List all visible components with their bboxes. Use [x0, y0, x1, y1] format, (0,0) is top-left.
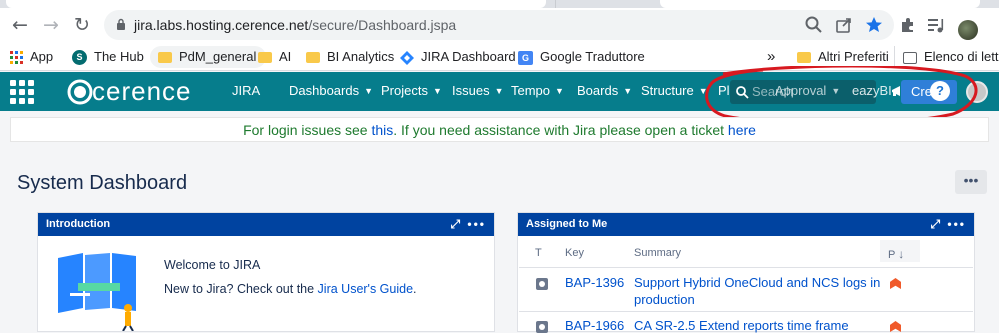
folder-icon	[797, 52, 811, 64]
guide-text: New to Jira? Check out the Jira User's G…	[164, 282, 417, 296]
jira-icon	[400, 50, 414, 65]
bookmark-label: The Hub	[94, 49, 144, 64]
folder-icon	[158, 52, 172, 64]
column-header-summary[interactable]: Summary	[634, 247, 681, 259]
bookmark-google-traduttore[interactable]: G Google Traduttore	[518, 46, 645, 68]
sort-arrow-down-icon: ↓	[898, 247, 905, 261]
bookmark-bi-analytics[interactable]: BI Analytics	[306, 46, 394, 68]
app-switcher-icon[interactable]	[10, 80, 34, 104]
bookmark-label: BI Analytics	[327, 49, 395, 64]
bookmark-the-hub[interactable]: S The Hub	[72, 46, 144, 68]
gadget-menu-icon[interactable]: •••	[467, 217, 486, 231]
expand-icon[interactable]: ⤢	[450, 217, 462, 231]
nav-issues[interactable]: Issues ▼	[452, 83, 504, 98]
gadget-header: Assigned to Me ⤢ •••	[518, 213, 974, 236]
bookmark-label: AI	[279, 49, 292, 64]
table-row[interactable]: BAP-1966 CA SR-2.5 Extend reports time f…	[519, 311, 973, 333]
media-control-icon[interactable]	[925, 15, 945, 35]
column-header-priority[interactable]: P ↓	[880, 240, 920, 262]
nav-structure[interactable]: Structure ▼	[641, 83, 708, 98]
nav-boards[interactable]: Boards ▼	[577, 83, 632, 98]
reading-list-icon	[903, 51, 917, 64]
task-type-icon	[536, 321, 548, 333]
issue-summary-link[interactable]: Support Hybrid OneCloud and NCS logs in	[634, 275, 880, 290]
bookmark-other-favorites[interactable]: Altri Preferiti	[797, 46, 889, 68]
google-translate-icon: G	[518, 50, 533, 65]
extensions-icon[interactable]	[898, 15, 918, 35]
announcement-banner: For login issues see this. If you need a…	[10, 117, 989, 142]
issue-key-link[interactable]: BAP-1396	[565, 275, 624, 290]
browser-tab[interactable]	[660, 0, 980, 8]
chevron-down-icon: ▼	[494, 86, 504, 96]
bookmark-label: Altri Preferiti	[818, 49, 889, 64]
banner-message: For login issues see this. If you need a…	[243, 122, 756, 138]
login-help-link[interactable]: this	[371, 122, 393, 138]
reload-icon[interactable]: ↻	[68, 11, 96, 39]
more-options-button[interactable]: •••	[955, 170, 987, 194]
gadget-header: Introduction ⤢ •••	[38, 213, 494, 236]
column-header-type[interactable]: T	[535, 247, 542, 259]
bookmark-label: PdM_general	[179, 49, 257, 64]
browser-tab[interactable]	[555, 0, 655, 8]
chevron-down-icon: ▼	[623, 86, 633, 96]
column-header-key[interactable]: Key	[565, 247, 584, 259]
nav-projects[interactable]: Projects ▼	[381, 83, 442, 98]
lock-icon	[117, 18, 125, 30]
ticket-link[interactable]: here	[728, 122, 756, 138]
intro-illustration	[58, 253, 136, 331]
gadget-tools[interactable]: ⤢ •••	[930, 213, 966, 236]
gadget-title: Assigned to Me	[526, 218, 608, 230]
welcome-text: Welcome to JIRA	[164, 258, 261, 272]
bookmark-reading-list[interactable]: Elenco di lettur	[894, 46, 999, 68]
product-name[interactable]: JIRA	[232, 83, 260, 98]
nav-dashboards[interactable]: Dashboards ▼	[289, 83, 373, 98]
chevron-down-icon: ▼	[555, 86, 564, 96]
profile-avatar[interactable]	[958, 20, 978, 40]
introduction-gadget: Introduction ⤢ ••• Welcome to JIRA New t…	[37, 212, 495, 332]
priority-high-icon	[890, 278, 901, 289]
chevron-down-icon: ▼	[432, 86, 442, 96]
bookmark-label: App	[30, 49, 54, 64]
bookmark-label: Elenco di lettur	[924, 49, 999, 64]
star-icon[interactable]	[864, 15, 884, 35]
address-bar[interactable]: jira.labs.hosting.cerence.net/secure/Das…	[104, 10, 894, 40]
apps-grid-icon	[10, 51, 23, 65]
issue-summary-link[interactable]: production	[634, 292, 695, 307]
bookmark-pdm-general[interactable]: PdM_general	[150, 46, 267, 68]
browser-toolbar: ← → ↻ jira.labs.hosting.cerence.net/secu…	[0, 8, 999, 42]
priority-high-icon	[890, 321, 901, 332]
folder-icon	[306, 52, 320, 64]
forward-icon[interactable]: →	[37, 11, 65, 39]
gadget-menu-icon[interactable]: •••	[947, 217, 966, 231]
browser-tab-strip	[0, 0, 999, 8]
browser-tab-active[interactable]	[6, 0, 546, 8]
bookmark-ai[interactable]: AI	[258, 46, 291, 68]
bookmark-apps[interactable]: App	[10, 46, 53, 68]
bookmark-label: Google Traduttore	[540, 49, 645, 64]
share-icon[interactable]	[834, 15, 854, 35]
task-type-icon	[536, 278, 548, 290]
table-row[interactable]: BAP-1396 Support Hybrid OneCloud and NCS…	[519, 267, 973, 311]
brand-name: cerence	[92, 76, 192, 106]
chevron-down-icon: ▼	[364, 86, 374, 96]
address-url: jira.labs.hosting.cerence.net/secure/Das…	[134, 17, 457, 33]
zoom-icon[interactable]	[804, 15, 824, 35]
user-guide-link[interactable]: Jira User's Guide	[318, 282, 413, 296]
sharepoint-icon: S	[72, 50, 87, 66]
folder-icon	[258, 52, 272, 64]
page-title: System Dashboard	[17, 172, 188, 194]
bookmark-label: JIRA Dashboard	[421, 49, 516, 64]
nav-tempo[interactable]: Tempo ▼	[511, 83, 564, 98]
expand-icon[interactable]: ⤢	[930, 217, 942, 231]
back-icon[interactable]: ←	[6, 11, 34, 39]
gadget-title: Introduction	[46, 218, 111, 230]
gadget-tools[interactable]: ⤢ •••	[450, 213, 486, 236]
bookmark-jira-dashboard[interactable]: JIRA Dashboard	[400, 46, 516, 68]
bookmarks-overflow[interactable]: »	[767, 46, 775, 68]
